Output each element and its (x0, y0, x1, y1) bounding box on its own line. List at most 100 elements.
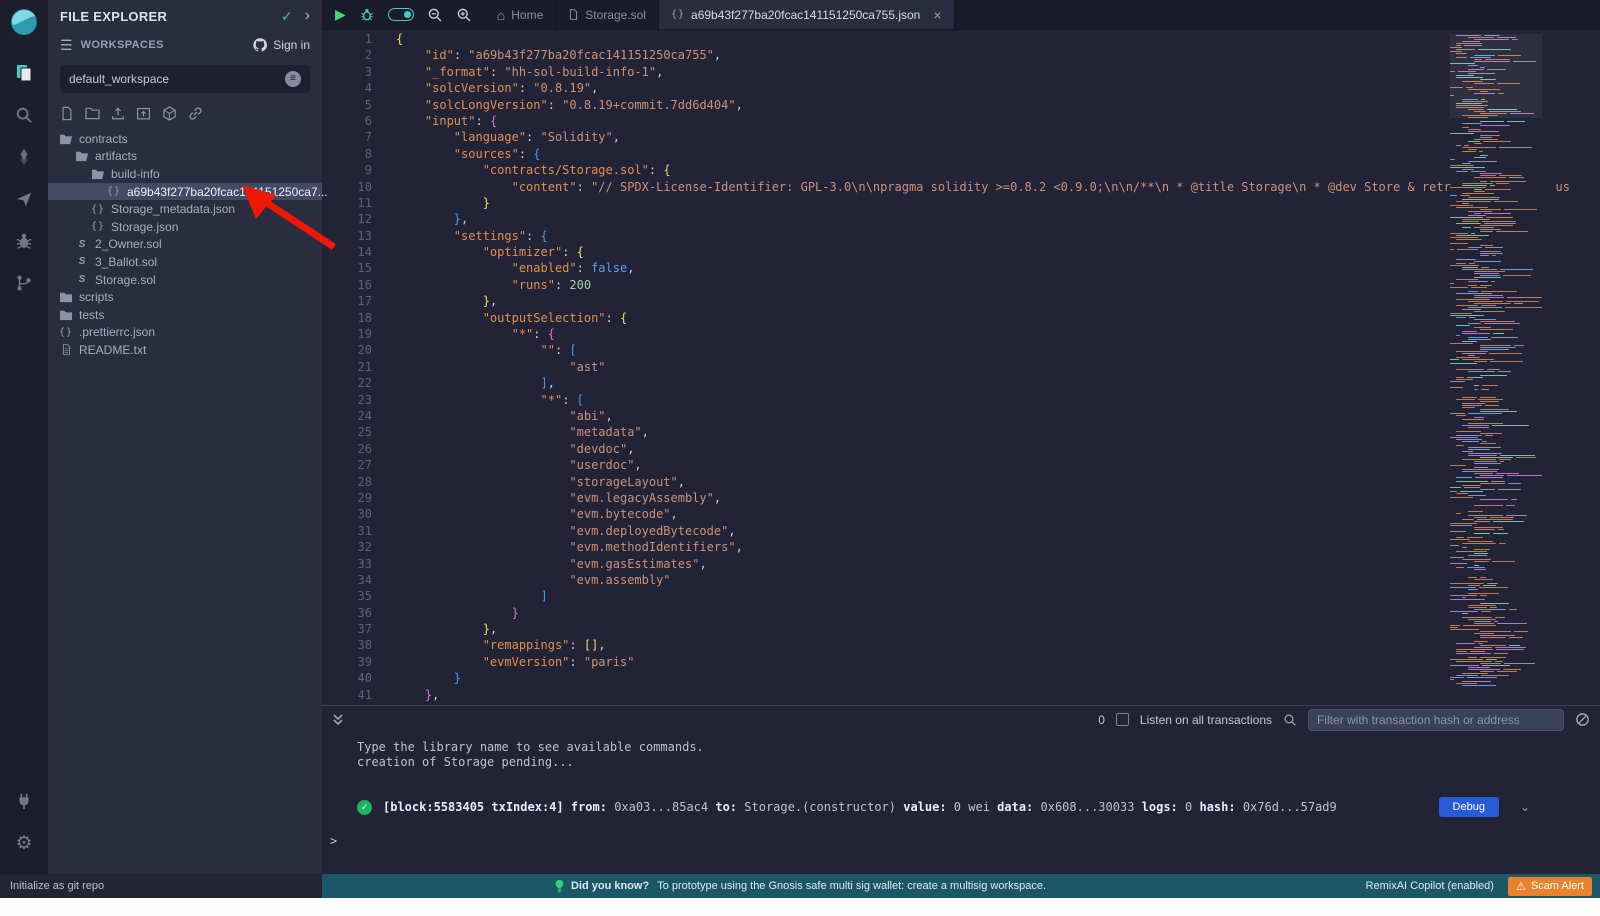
tab-home[interactable]: ⌂ Home (485, 0, 556, 29)
tree-item-3-ballot-sol[interactable]: S3_Ballot.sol (48, 253, 322, 271)
code-line: "userdoc", (396, 458, 1452, 474)
code-line: "devdoc", (396, 442, 1452, 458)
line-number: 18 (322, 311, 382, 327)
code-line: "id": "a69b43f277ba20fcac141151250ca755"… (396, 48, 1452, 64)
remix-logo[interactable] (8, 6, 40, 38)
tree-item-label: build-info (111, 167, 160, 181)
upload-file-icon[interactable] (111, 106, 125, 121)
code-line: "evm.assembly" (396, 573, 1452, 589)
status-bar: Initialize as git repo Did you know? To … (0, 874, 1600, 898)
workspace-options-icon[interactable]: ≡ (285, 71, 301, 87)
ipfs-cube-icon[interactable] (162, 106, 177, 121)
code-line: } (396, 196, 1452, 212)
overflow-text-fragment: us (1556, 180, 1570, 194)
tree-item-readme-txt[interactable]: README.txt (48, 341, 322, 359)
line-number: 2 (322, 48, 382, 64)
tree-item-label: artifacts (95, 149, 137, 163)
transaction-count: 0 (1098, 713, 1105, 727)
clear-terminal-icon[interactable] (1575, 712, 1590, 727)
solidity-compiler-icon[interactable] (0, 136, 48, 178)
tree-item-label: Storage_metadata.json (111, 202, 235, 216)
tree-item-tests[interactable]: tests (48, 306, 322, 324)
terminal-prompt: > (330, 834, 1600, 848)
tree-item-storage-metadata-json[interactable]: {} Storage_metadata.json (48, 200, 322, 218)
search-icon[interactable] (0, 94, 48, 136)
file-explorer-icon[interactable] (0, 52, 48, 94)
code-content: { "id": "a69b43f277ba20fcac141151250ca75… (396, 32, 1452, 704)
hamburger-menu-icon[interactable]: ☰ (60, 37, 73, 54)
line-number: 37 (322, 622, 382, 638)
line-number: 41 (322, 688, 382, 704)
sign-in-button[interactable]: Sign in (253, 38, 310, 52)
check-icon[interactable]: ✓ (281, 8, 293, 25)
transaction-details: [block:5583405 txIndex:4] from: 0xa03...… (383, 800, 1337, 814)
home-icon: ⌂ (497, 7, 505, 23)
tree-item-label: tests (79, 308, 104, 322)
link-icon[interactable] (188, 106, 203, 121)
line-number: 35 (322, 589, 382, 605)
transaction-filter-input[interactable] (1308, 709, 1564, 731)
tree-item-build-info[interactable]: build-info (48, 165, 322, 183)
ai-bug-icon[interactable] (359, 7, 375, 23)
line-number: 7 (322, 130, 382, 146)
tree-item-storage-sol[interactable]: SStorage.sol (48, 271, 322, 289)
code-line: ], (396, 376, 1452, 392)
chevron-right-icon[interactable]: › (305, 7, 310, 25)
tree-item-storage-json[interactable]: {}Storage.json (48, 218, 322, 236)
run-script-icon[interactable]: ▶ (335, 6, 346, 23)
tree-item-a69b43f277ba20fcac141151250ca7[interactable]: {}a69b43f277ba20fcac141151250ca7... (48, 183, 322, 201)
json-file-icon: {} (671, 9, 685, 20)
debugger-icon[interactable] (0, 220, 48, 262)
tree-item-scripts[interactable]: scripts (48, 288, 322, 306)
debug-button[interactable]: Debug (1439, 797, 1499, 817)
terminal-search-icon (1283, 713, 1297, 727)
expand-transaction-icon[interactable]: ⌄ (1520, 800, 1530, 814)
plugin-manager-icon[interactable] (0, 780, 48, 822)
transaction-row: ✓ [block:5583405 txIndex:4] from: 0xa03.… (357, 797, 1600, 817)
code-line: "*": [ (396, 393, 1452, 409)
folder-icon (58, 291, 74, 303)
new-folder-icon[interactable] (85, 106, 100, 121)
github-icon (253, 38, 267, 52)
listen-all-checkbox[interactable] (1116, 713, 1129, 726)
remixai-copilot-status[interactable]: RemixAI Copilot (enabled) (1366, 880, 1494, 892)
code-line: "evm.gasEstimates", (396, 557, 1452, 573)
close-tab-icon[interactable]: × (933, 7, 941, 23)
settings-gear-icon[interactable]: ⚙ (0, 822, 48, 864)
tree-item-prettierrc-json[interactable]: {}.prettierrc.json (48, 324, 322, 342)
deploy-run-icon[interactable] (0, 178, 48, 220)
git-icon[interactable] (0, 262, 48, 304)
tree-item-label: a69b43f277ba20fcac141151250ca7... (127, 185, 328, 199)
json-file-icon: {} (90, 204, 106, 215)
tree-item-contracts[interactable]: contracts (48, 130, 322, 148)
upload-folder-icon[interactable] (136, 106, 151, 121)
git-init-item[interactable]: Initialize as git repo (0, 874, 322, 898)
workspace-selector[interactable]: default_workspace ≡ (60, 65, 310, 93)
json-file-icon: {} (90, 221, 106, 232)
scam-alert-badge[interactable]: ⚠ Scam Alert (1508, 877, 1592, 896)
collapse-terminal-icon[interactable] (332, 713, 344, 727)
minimap[interactable] (1450, 34, 1542, 686)
tree-item-artifacts[interactable]: artifacts (48, 148, 322, 166)
zoom-out-icon[interactable] (427, 7, 443, 23)
solidity-file-icon: S (74, 256, 90, 267)
line-number: 14 (322, 245, 382, 261)
copilot-toggle[interactable] (388, 8, 414, 21)
tree-item-label: contracts (79, 132, 128, 146)
line-number: 33 (322, 557, 382, 573)
tree-item-2-owner-sol[interactable]: S2_Owner.sol (48, 236, 322, 254)
terminal[interactable]: Type the library name to see available c… (322, 733, 1600, 874)
open-folder-icon (90, 168, 106, 180)
code-editor[interactable]: 1234567891011121314151617181920212223242… (322, 30, 1600, 705)
tab-storage-sol[interactable]: Storage.sol (556, 0, 659, 29)
success-check-icon[interactable]: ✓ (357, 800, 372, 815)
line-number: 32 (322, 540, 382, 556)
line-number: 27 (322, 458, 382, 474)
new-file-icon[interactable] (60, 106, 74, 121)
code-line: "outputSelection": { (396, 311, 1452, 327)
line-number: 1 (322, 32, 382, 48)
tab-build-info-json[interactable]: {} a69b43f277ba20fcac141151250ca755.json… (659, 0, 955, 29)
open-folder-icon (58, 133, 74, 145)
code-line: "optimizer": { (396, 245, 1452, 261)
zoom-in-icon[interactable] (456, 7, 472, 23)
